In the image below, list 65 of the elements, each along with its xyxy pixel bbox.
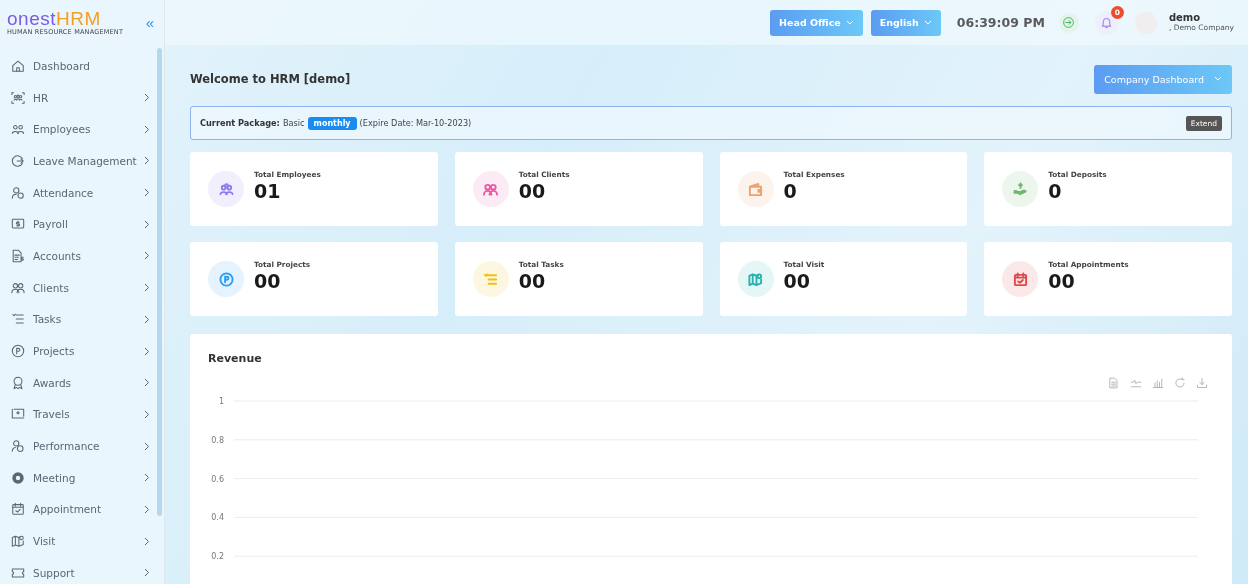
stat-value: 00 (518, 271, 547, 292)
sidebar-item[interactable]: Meeting (0, 461, 164, 494)
bell-icon (1100, 16, 1114, 29)
axis-tick-label: 0.8 (211, 435, 224, 445)
house-icon (11, 58, 25, 73)
bill-icon (11, 217, 25, 232)
user-circle-icon (11, 439, 25, 454)
sidebar-item[interactable]: Accounts (0, 240, 164, 272)
ribbon-icon (11, 375, 25, 390)
page-title: Welcome to HRM [demo] (190, 72, 351, 86)
login-icon[interactable] (1058, 12, 1079, 33)
stat-value: 00 (254, 271, 282, 292)
caret-icon (1214, 76, 1222, 82)
sidebar-item[interactable]: Employees (0, 113, 164, 146)
exit-circle-icon (11, 153, 25, 168)
document-icon (11, 248, 25, 263)
download-icon[interactable] (1196, 377, 1208, 389)
period-badge: monthly (307, 116, 357, 130)
caret-icon (923, 19, 932, 26)
sidebar-item[interactable]: Payroll (0, 208, 164, 241)
axis-tick-label: 0.6 (211, 474, 224, 484)
stat-value: 00 (783, 271, 811, 292)
clock-time: 06:39:09 PM (956, 15, 1045, 30)
package-plan: Basic (282, 118, 305, 128)
bar-chart-icon[interactable] (1152, 377, 1164, 389)
axis-tick-label: 0.4 (211, 513, 224, 523)
sidebar-item[interactable]: Visit (0, 525, 164, 557)
logo-wordmark: onestHRM (7, 9, 101, 29)
sidebar-item[interactable]: Tasks (0, 303, 164, 336)
chart-title: Revenue (208, 352, 263, 365)
stat-value: 0 (783, 181, 798, 202)
caret-icon (845, 19, 854, 26)
list-icon (11, 312, 25, 327)
refresh-icon[interactable] (1174, 377, 1186, 389)
sidebar-item[interactable]: Support (0, 557, 164, 584)
p-circle-icon (11, 344, 25, 359)
package-label: Current Package: (200, 118, 280, 128)
document-icon[interactable] (1108, 377, 1120, 389)
sidebar-item[interactable]: Leave Management (0, 145, 164, 177)
map-icon (11, 534, 25, 549)
collapse-button[interactable]: « (145, 14, 154, 31)
people-icon (11, 122, 25, 137)
sidebar-item[interactable]: Projects (0, 335, 164, 367)
sidebar-item[interactable]: Performance (0, 430, 164, 462)
people-icon (11, 280, 25, 295)
people-icon (11, 90, 25, 105)
scrollbar[interactable] (157, 48, 162, 516)
line-chart-icon[interactable] (1130, 377, 1142, 389)
sidebar-item[interactable]: HR (0, 81, 164, 114)
sidebar-item[interactable]: Attendance (0, 176, 164, 209)
axis-tick-label: 1 (218, 397, 224, 406)
sidebar-item[interactable]: Awards (0, 366, 164, 399)
stat-value: 0 (1048, 181, 1063, 202)
stat-value: 00 (1048, 271, 1076, 292)
sidebar-item[interactable]: Dashboard (0, 50, 164, 82)
sidebar-item[interactable]: Travels (0, 398, 164, 431)
notification-button[interactable] (1094, 10, 1119, 35)
calendar-icon (11, 502, 25, 517)
sidebar-item[interactable]: Appointment (0, 493, 164, 526)
stat-value: 01 (254, 181, 282, 202)
axis-tick-label: 0.2 (211, 552, 224, 562)
user-name[interactable]: demo (1168, 12, 1234, 24)
sidebar-item[interactable]: Clients (0, 271, 164, 304)
stat-value: 00 (518, 181, 547, 202)
expiry-date: (Expire Date: Mar-10-2023) (359, 118, 472, 128)
